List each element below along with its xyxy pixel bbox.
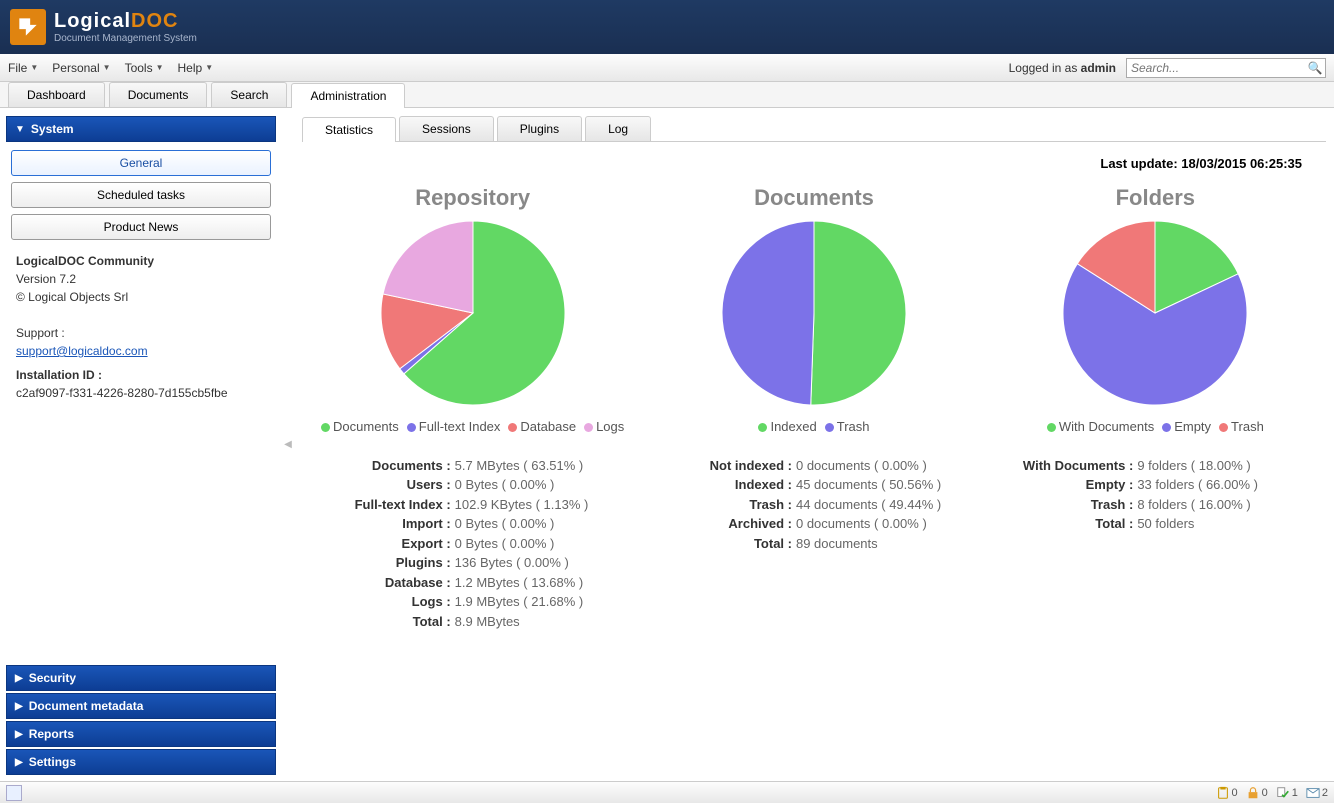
splitter[interactable]: ◀ <box>282 108 294 781</box>
support-link[interactable]: support@logicaldoc.com <box>16 344 148 358</box>
subtab-plugins[interactable]: Plugins <box>497 116 582 141</box>
pie-chart <box>649 221 979 405</box>
legend: DocumentsFull-text IndexDatabaseLogs <box>308 417 638 438</box>
pie-chart <box>990 221 1320 405</box>
chart-documents: Documents IndexedTrash Not indexed :0 docu… <box>649 185 979 631</box>
brand-name2: DOC <box>131 10 178 32</box>
subtab-sessions[interactable]: Sessions <box>399 116 494 141</box>
brand-name1: Logical <box>54 10 131 32</box>
brand-text: LogicalDOC Document Management System <box>54 10 197 44</box>
top-tabs: DashboardDocumentsSearchAdministration <box>0 82 1334 108</box>
logo-icon <box>10 9 46 45</box>
chart-repository: Repository DocumentsFull-text IndexDataba… <box>308 185 638 631</box>
pie-chart <box>308 221 638 405</box>
stats-list: Documents :5.7 MBytes ( 63.51% )Users :0… <box>308 456 638 632</box>
footer-locked[interactable]: 0 <box>1246 786 1268 800</box>
side-btn-scheduled-tasks[interactable]: Scheduled tasks <box>11 182 271 208</box>
side-btn-general[interactable]: General <box>11 150 271 176</box>
tab-documents[interactable]: Documents <box>109 82 208 107</box>
tab-search[interactable]: Search <box>211 82 287 107</box>
search-box[interactable]: 🔍 <box>1126 58 1326 78</box>
legend: IndexedTrash <box>649 417 979 438</box>
search-icon[interactable]: 🔍 <box>1305 61 1325 75</box>
footer-clipboard[interactable]: 0 <box>1216 786 1238 800</box>
side-btn-product-news[interactable]: Product News <box>11 214 271 240</box>
menu-personal[interactable]: Personal▼ <box>52 61 110 75</box>
product-info: LogicalDOC CommunityVersion 7.2© Logical… <box>6 246 276 408</box>
accordion-reports[interactable]: ▶Reports <box>6 721 276 747</box>
accordion-security[interactable]: ▶Security <box>6 665 276 691</box>
app-header: LogicalDOC Document Management System <box>0 0 1334 54</box>
brand-tagline: Document Management System <box>54 33 197 44</box>
footer-mail[interactable]: 2 <box>1306 786 1328 800</box>
stats-list: With Documents :9 folders ( 18.00% )Empt… <box>990 456 1320 534</box>
menubar: File▼ Personal▼ Tools▼ Help▼ Logged in as a… <box>0 54 1334 82</box>
subtab-log[interactable]: Log <box>585 116 651 141</box>
stats-list: Not indexed :0 documents ( 0.00% )Indexe… <box>649 456 979 554</box>
footer-checked[interactable]: 1 <box>1276 786 1298 800</box>
content: StatisticsSessionsPluginsLog Last update… <box>294 108 1334 781</box>
subtab-statistics[interactable]: Statistics <box>302 117 396 142</box>
menu-file[interactable]: File▼ <box>8 61 38 75</box>
search-input[interactable] <box>1127 61 1305 75</box>
last-update: Last update: 18/03/2015 06:25:35 <box>302 142 1326 175</box>
chart-title: Documents <box>649 185 979 211</box>
footer-note-icon[interactable] <box>6 785 22 801</box>
legend: With DocumentsEmptyTrash <box>990 417 1320 438</box>
chart-folders: Folders With DocumentsEmptyTrash With Docu… <box>990 185 1320 631</box>
charts-row: Repository DocumentsFull-text IndexDataba… <box>302 185 1326 631</box>
accordion-system[interactable]: ▼System <box>6 116 276 142</box>
menu-help[interactable]: Help▼ <box>178 61 214 75</box>
footer: 0 0 1 2 <box>0 781 1334 803</box>
tab-administration[interactable]: Administration <box>291 83 405 108</box>
sub-tabs: StatisticsSessionsPluginsLog <box>302 116 1326 142</box>
tab-dashboard[interactable]: Dashboard <box>8 82 105 107</box>
sidebar: ▼System General Scheduled tasks Product New… <box>0 108 282 781</box>
chart-title: Folders <box>990 185 1320 211</box>
login-text: Logged in as admin <box>1009 61 1116 75</box>
menu-tools[interactable]: Tools▼ <box>125 61 164 75</box>
accordion-document-metadata[interactable]: ▶Document metadata <box>6 693 276 719</box>
accordion-settings[interactable]: ▶Settings <box>6 749 276 775</box>
chart-title: Repository <box>308 185 638 211</box>
